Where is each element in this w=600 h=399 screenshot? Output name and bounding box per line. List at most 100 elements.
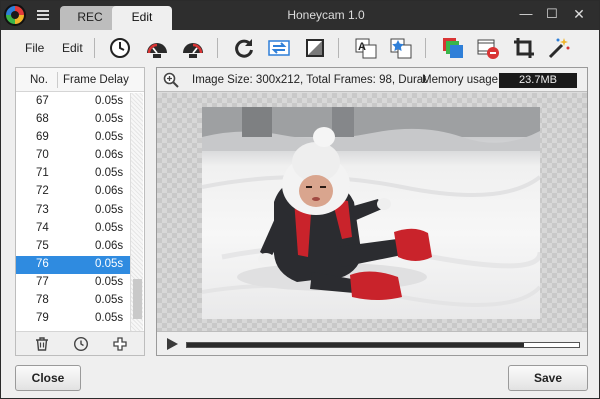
set-delay-button[interactable] (71, 335, 91, 353)
save-button[interactable]: Save (508, 365, 588, 391)
frame-number: 75 (36, 239, 49, 252)
maximize-button[interactable]: ☐ (539, 3, 565, 25)
filter-icon (306, 39, 324, 57)
frame-delay-button[interactable] (106, 35, 134, 61)
app-logo-icon[interactable] (4, 4, 26, 26)
frame-delay-value: 0.05s (95, 203, 124, 216)
toolbar: File Edit A (1, 30, 599, 66)
reverse-button[interactable] (265, 35, 293, 61)
scrollbar-thumb[interactable] (133, 279, 142, 319)
frame-row[interactable]: 67 0.05s (16, 93, 130, 111)
zoom-in-icon[interactable] (162, 71, 180, 89)
preview-panel: Image Size: 300x212, Total Frames: 98, D… (156, 67, 588, 356)
frame-row[interactable]: 72 0.06s (16, 183, 130, 201)
filter-button[interactable] (301, 35, 329, 61)
toolbar-divider (425, 38, 426, 58)
frame-delay-value: 0.06s (95, 239, 124, 252)
hamburger-menu-icon[interactable] (37, 10, 49, 21)
frame-number: 77 (36, 275, 49, 288)
frame-number: 67 (36, 95, 49, 107)
rotate-icon (235, 39, 253, 58)
gif-preview-image (202, 107, 540, 319)
frame-delay-value: 0.05s (95, 113, 124, 126)
app-title: Honeycam 1.0 (287, 8, 365, 22)
add-frame-button[interactable] (110, 335, 130, 353)
speed-up-icon (183, 43, 203, 58)
image-effect-button[interactable] (439, 35, 467, 61)
text-icon: A (355, 38, 377, 59)
frame-delay-value: 0.06s (95, 185, 124, 198)
column-header-frame-delay[interactable]: Frame Delay (63, 74, 129, 86)
frame-list-header: No. Frame Delay (16, 68, 144, 92)
frame-row[interactable]: 73 0.05s (16, 202, 130, 220)
frame-list: 67 0.05s 68 0.05s 69 0.05s 70 0.06s 71 0.05s 72 0.0… (16, 93, 130, 331)
playback-progress-fill (187, 343, 525, 347)
menu-edit[interactable]: Edit (62, 41, 83, 55)
frame-number: 76 (36, 257, 49, 270)
rotate-button[interactable] (230, 35, 258, 61)
playback-track[interactable] (186, 342, 580, 348)
frame-row[interactable]: 77 0.05s (16, 274, 130, 292)
frame-delay-value: 0.05s (95, 167, 124, 180)
remove-frames-icon (477, 39, 499, 59)
frame-row[interactable]: 78 0.05s (16, 292, 130, 310)
image-effect-icon (443, 38, 463, 58)
frame-row[interactable]: 76 0.05s (16, 255, 130, 274)
app-window: REC Edit Honeycam 1.0 — ☐ ✕ File Edit A … (0, 0, 600, 399)
frame-list-panel: No. Frame Delay 67 0.05s 68 0.05s 69 0.05s 70 0… (15, 67, 145, 356)
tab-edit[interactable]: Edit (112, 6, 172, 30)
frame-delay-value: 0.05s (95, 312, 124, 325)
frame-delay-value: 0.05s (95, 294, 124, 307)
frame-number: 69 (36, 131, 49, 144)
magic-effect-button[interactable] (545, 35, 573, 61)
frame-delay-value: 0.05s (95, 275, 124, 288)
tab-rec[interactable]: REC (60, 6, 120, 30)
frame-delay-value: 0.05s (95, 257, 124, 270)
frame-delay-value: 0.05s (95, 221, 124, 234)
frame-number: 72 (36, 185, 49, 198)
frame-number: 71 (36, 167, 49, 180)
frame-delay-value: 0.05s (95, 95, 124, 107)
frame-number: 74 (36, 221, 49, 234)
frame-row[interactable]: 74 0.05s (16, 220, 130, 238)
play-icon[interactable] (165, 337, 179, 351)
add-text-button[interactable]: A (352, 35, 380, 61)
column-header-no[interactable]: No. (30, 74, 48, 86)
reverse-icon (268, 40, 290, 56)
close-window-button[interactable]: ✕ (566, 3, 592, 25)
frame-row[interactable]: 75 0.06s (16, 238, 130, 256)
frame-number: 78 (36, 294, 49, 307)
minimize-button[interactable]: — (513, 3, 539, 25)
toolbar-divider (94, 38, 95, 58)
frame-row[interactable]: 68 0.05s (16, 111, 130, 129)
speed-down-icon (147, 43, 167, 58)
toolbar-divider (217, 38, 218, 58)
add-icon (113, 337, 127, 351)
image-info-text: Image Size: 300x212, Total Frames: 98, D… (192, 74, 427, 86)
clock-icon (110, 38, 130, 58)
remove-frames-button[interactable] (474, 35, 502, 61)
frame-row[interactable]: 69 0.05s (16, 129, 130, 147)
frame-row[interactable]: 79 0.05s (16, 310, 130, 328)
frame-number: 79 (36, 312, 49, 325)
frame-delay-value: 0.06s (95, 149, 124, 162)
clock-icon (73, 336, 89, 352)
playback-bar (157, 331, 587, 355)
delete-frame-button[interactable] (32, 335, 52, 353)
frame-row[interactable]: 71 0.05s (16, 165, 130, 183)
crop-button[interactable] (510, 35, 538, 61)
memory-usage-value: 23.7MB (499, 73, 577, 88)
add-sticker-button[interactable] (387, 35, 415, 61)
frame-number: 73 (36, 203, 49, 216)
frame-number: 68 (36, 113, 49, 126)
memory-usage-label: Memory usage: (422, 74, 502, 86)
menu-file[interactable]: File (25, 41, 44, 55)
image-info-bar: Image Size: 300x212, Total Frames: 98, D… (157, 68, 587, 92)
close-button[interactable]: Close (15, 365, 81, 391)
frame-row[interactable]: 70 0.06s (16, 147, 130, 165)
magic-wand-icon (548, 38, 570, 59)
speed-down-button[interactable] (143, 35, 171, 61)
speed-up-button[interactable] (179, 35, 207, 61)
child-in-snow-illustration (202, 107, 540, 307)
frame-list-scrollbar[interactable] (130, 93, 143, 331)
